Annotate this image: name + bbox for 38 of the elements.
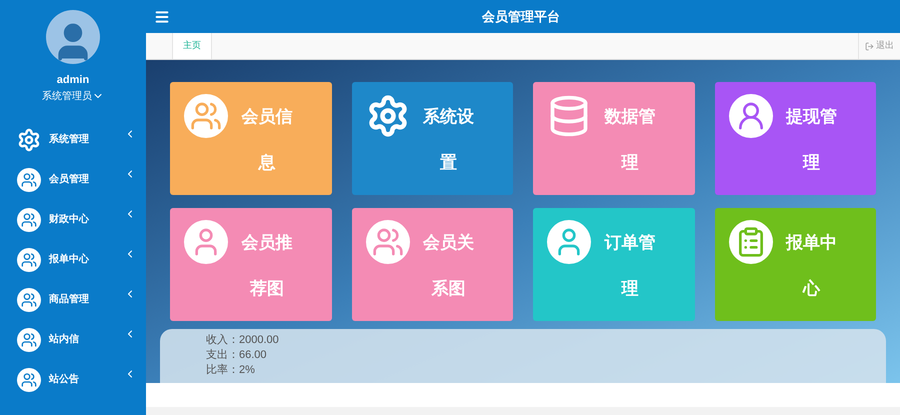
- header-title: 会员管理平台: [480, 8, 561, 26]
- users-icon: [17, 168, 41, 192]
- users-icon: [17, 288, 41, 312]
- users-icon: [366, 220, 410, 264]
- stat-line: 支出：66.00: [206, 348, 268, 363]
- user-icon: [547, 220, 591, 264]
- stat-line: 比率：2%: [206, 363, 256, 378]
- sidebar-item[interactable]: 站公告: [0, 360, 146, 400]
- sidebar-item[interactable]: 站内信: [0, 320, 146, 360]
- menu-icon[interactable]: [154, 8, 170, 24]
- sidebar-item[interactable]: 报单中心: [0, 240, 146, 280]
- sidebar-item[interactable]: 系统管理: [0, 120, 146, 160]
- user-icon: [184, 220, 228, 264]
- tab[interactable]: 主页: [172, 33, 212, 59]
- users-icon: [17, 208, 41, 232]
- users-icon: [184, 94, 228, 138]
- sidebar-item[interactable]: 财政中心: [0, 200, 146, 240]
- users-icon: [17, 248, 41, 272]
- avatar: [46, 10, 100, 64]
- users-icon: [17, 368, 41, 392]
- dashboard-tile[interactable]: 会员关系图: [352, 208, 513, 321]
- user-icon: [728, 94, 772, 138]
- role-dropdown[interactable]: 系统管理员: [42, 88, 104, 104]
- sidebar-item[interactable]: 会员管理: [0, 160, 146, 200]
- gear-icon: [17, 128, 41, 152]
- sidebar-item[interactable]: 商品管理: [0, 280, 146, 320]
- dashboard-tile[interactable]: 系统设置: [352, 82, 513, 195]
- users-icon: [17, 328, 41, 352]
- logout-button[interactable]: 退出: [858, 33, 900, 59]
- document-icon: [728, 220, 772, 264]
- stat-line: 收入：2000.00: [206, 333, 280, 348]
- dashboard-tile[interactable]: 报单中心: [714, 208, 876, 321]
- user-name: admin: [56, 73, 90, 88]
- dashboard-tile[interactable]: 订单管理: [533, 208, 694, 321]
- dashboard-tile[interactable]: 数据管理: [533, 82, 694, 195]
- logout-icon: [865, 42, 874, 50]
- dashboard-tile[interactable]: 提现管理: [714, 82, 876, 195]
- dashboard-tile[interactable]: 会员推荐图: [170, 208, 332, 321]
